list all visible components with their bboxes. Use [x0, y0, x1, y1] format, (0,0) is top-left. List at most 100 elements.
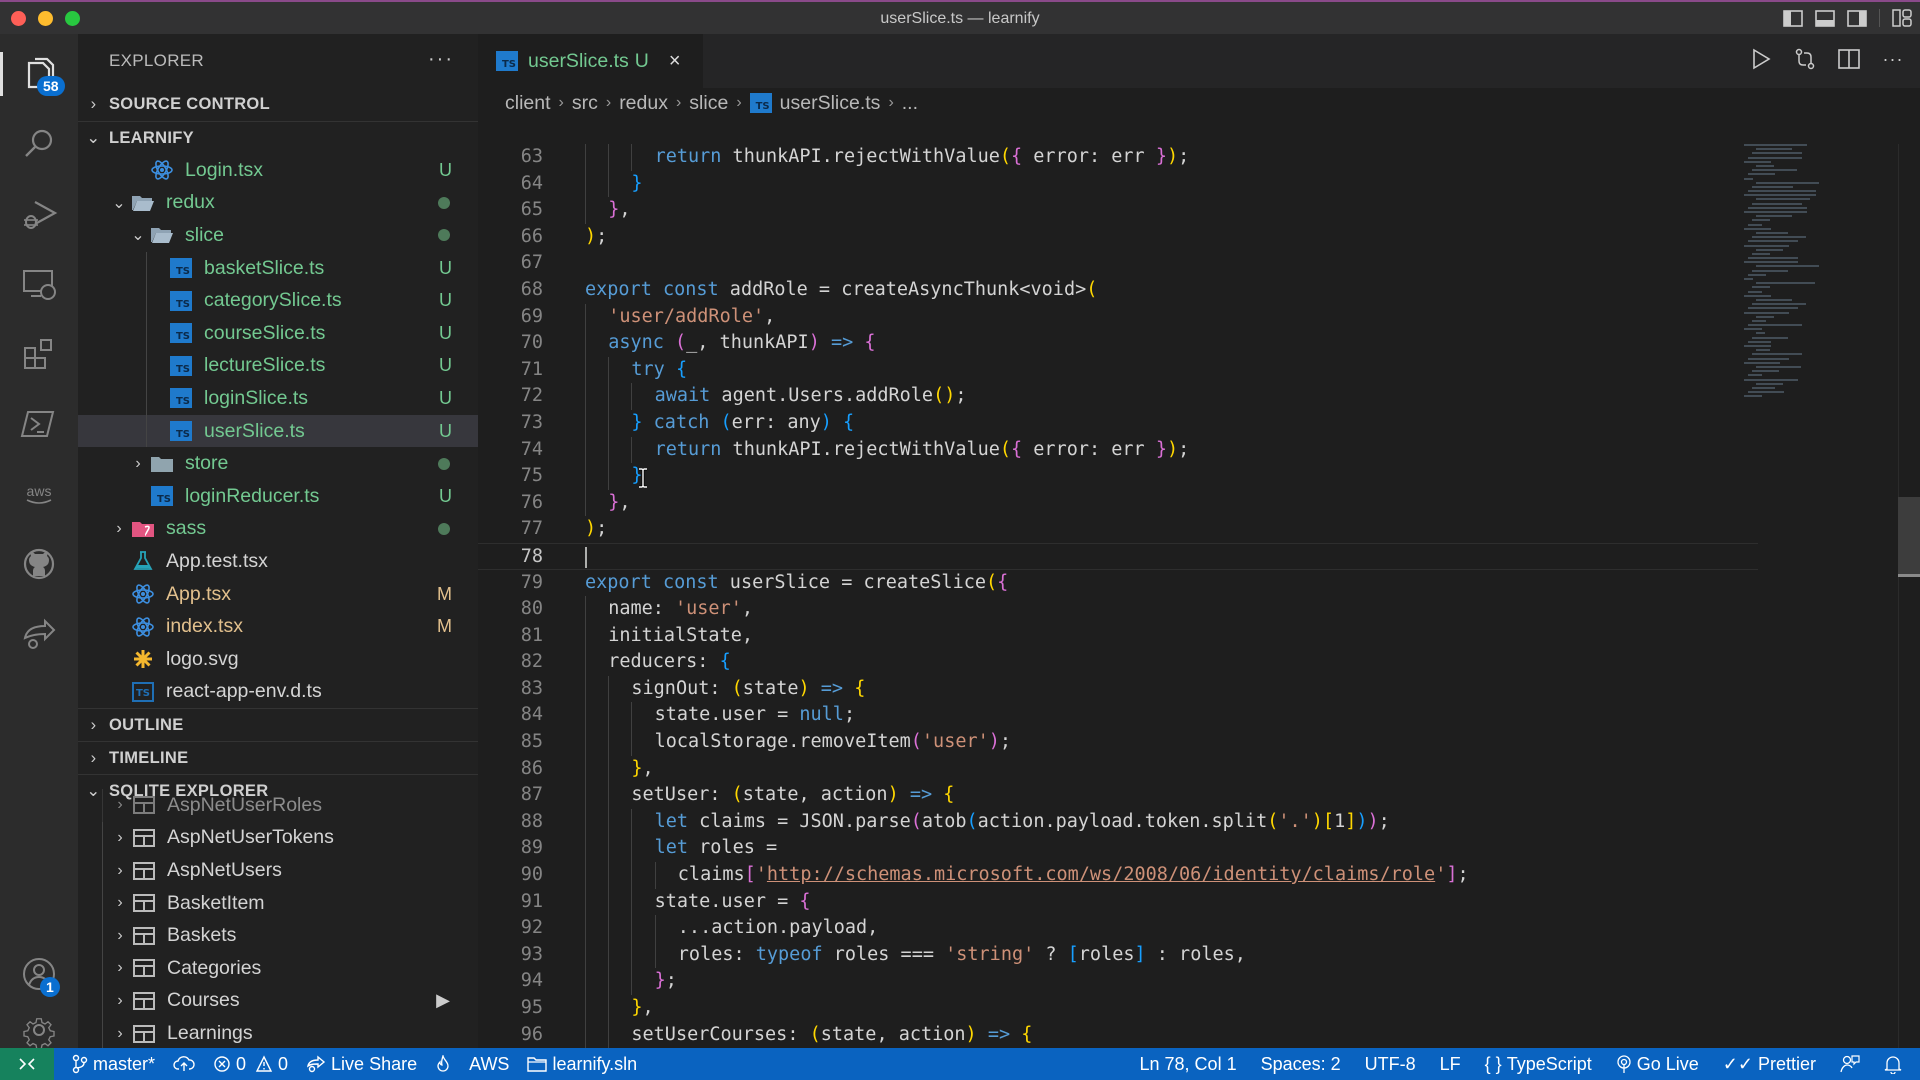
editor-more-button[interactable]: ··· — [1882, 48, 1904, 70]
run-button[interactable] — [1750, 48, 1772, 70]
tree-folder[interactable]: ⌄ redux — [78, 187, 478, 220]
cursor-position[interactable]: Ln 78, Col 1 — [1140, 1054, 1237, 1075]
activity-search[interactable] — [0, 114, 78, 174]
notifications-button[interactable] — [1884, 1054, 1902, 1074]
open-changes-button[interactable] — [1794, 48, 1816, 70]
tree-file[interactable]: App.test.tsx — [78, 545, 478, 578]
activity-run-debug[interactable] — [0, 184, 78, 244]
feedback-button[interactable] — [1840, 1054, 1860, 1074]
branch-status[interactable]: master* — [72, 1054, 155, 1075]
chevron-down-icon[interactable]: ⌄ — [127, 225, 149, 245]
aws-status[interactable]: AWS — [469, 1054, 509, 1075]
breadcrumb-item[interactable]: client — [505, 92, 551, 115]
tree-file[interactable]: TS react-app-env.d.ts — [78, 676, 478, 709]
sqlite-table-item[interactable]: › Baskets — [78, 919, 478, 953]
customize-layout-button[interactable] — [1892, 9, 1912, 27]
toggle-primary-sidebar-button[interactable] — [1783, 9, 1803, 27]
code-token[interactable]: http://schemas.microsoft.com/ws/2008/06/… — [767, 864, 1435, 885]
tree-file[interactable]: logo.svg — [78, 643, 478, 676]
code-token: try — [631, 358, 665, 380]
live-share-button[interactable]: Live Share — [306, 1054, 417, 1075]
tree-file[interactable]: TS lectureSlice.ts U — [78, 349, 478, 383]
tree-file[interactable]: TS courseSlice.ts U — [78, 316, 478, 350]
more-actions-button[interactable]: ··· — [428, 48, 454, 71]
scrollbar-thumb[interactable] — [1898, 497, 1920, 577]
firebase-button[interactable] — [435, 1055, 451, 1073]
sqlite-table-item[interactable]: › BasketItem — [78, 886, 478, 920]
run-query-icon[interactable]: ▶ — [436, 990, 450, 1011]
minimap-line — [1756, 198, 1810, 201]
tree-file[interactable]: App.tsx M — [78, 578, 478, 611]
sync-button[interactable] — [173, 1055, 195, 1073]
split-editor-button[interactable] — [1838, 48, 1860, 70]
solution-status[interactable]: learnify.sln — [527, 1054, 637, 1075]
tree-file[interactable]: TS userSlice.ts U — [78, 414, 478, 448]
language-mode[interactable]: { } TypeScript — [1485, 1054, 1592, 1075]
tree-file[interactable]: Login.tsx U — [78, 154, 478, 187]
chevron-right-icon[interactable]: › — [108, 520, 130, 538]
chevron-right-icon[interactable]: › — [127, 455, 149, 473]
close-tab-button[interactable]: × — [669, 50, 681, 73]
breadcrumb-item[interactable]: slice — [689, 92, 728, 115]
breadcrumb-item[interactable]: redux — [619, 92, 668, 115]
vertical-scrollbar[interactable] — [1898, 144, 1920, 1048]
activity-powershell[interactable] — [0, 394, 78, 454]
breadcrumb-item[interactable]: ... — [902, 92, 918, 115]
activity-live-share[interactable] — [0, 604, 78, 664]
section-source-control[interactable]: › SOURCE CONTROL — [78, 88, 478, 121]
code-token: } — [608, 199, 620, 221]
chevron-right-icon[interactable]: › — [109, 894, 131, 912]
section-timeline[interactable]: › TIMELINE — [78, 741, 478, 774]
code-token: ; — [955, 385, 967, 407]
minimap-line — [1752, 169, 1797, 172]
tree-file[interactable]: TS loginSlice.ts U — [78, 382, 478, 415]
remote-indicator[interactable] — [0, 1048, 54, 1080]
breadcrumb-item[interactable]: userSlice.ts — [780, 92, 881, 115]
code-editor[interactable]: 63 return thunkAPI.rejectWithValue({ erro… — [478, 144, 1758, 1048]
tree-folder[interactable]: ⌄ slice — [78, 219, 478, 252]
chevron-down-icon[interactable]: ⌄ — [108, 193, 130, 213]
end-of-line[interactable]: LF — [1440, 1054, 1461, 1075]
breadcrumb-item[interactable]: src — [572, 92, 598, 115]
sqlite-table-item[interactable]: › AspNetUserTokens — [78, 821, 478, 855]
activity-aws[interactable]: aws — [0, 464, 78, 524]
tree-file[interactable]: TS loginReducer.ts U — [78, 480, 478, 513]
sqlite-table-item[interactable]: › Categories — [78, 952, 478, 985]
section-learnify[interactable]: ⌄ LEARNIFY — [78, 121, 478, 154]
chevron-right-icon[interactable]: › — [109, 927, 131, 945]
activity-accounts[interactable]: 1 — [0, 944, 78, 1004]
tree-folder[interactable]: › sass — [78, 513, 478, 546]
section-outline[interactable]: › OUTLINE — [78, 708, 478, 741]
chevron-right-icon[interactable]: › — [109, 862, 131, 880]
tree-file[interactable]: TS basketSlice.ts U — [78, 251, 478, 285]
activity-explorer[interactable]: 58 — [0, 44, 78, 104]
toggle-panel-button[interactable] — [1815, 9, 1835, 27]
sqlite-table-item[interactable]: › AspNetUsers — [78, 854, 478, 887]
tree-file[interactable]: index.tsx M — [78, 610, 478, 643]
tree-file[interactable]: TS categorySlice.ts U — [78, 284, 478, 317]
indent-guide — [585, 782, 586, 809]
aws-label: AWS — [469, 1053, 510, 1074]
chevron-right-icon[interactable]: › — [109, 959, 131, 977]
typescript-file-icon: TS — [170, 323, 192, 344]
activity-github[interactable] — [0, 534, 78, 594]
problems-status[interactable]: 0 0 — [213, 1054, 288, 1075]
chevron-right-icon[interactable]: › — [109, 796, 131, 814]
chevron-right-icon[interactable]: › — [109, 829, 131, 847]
sqlite-table-item[interactable]: › AspNetUserRoles — [78, 789, 478, 822]
tab-userslice[interactable]: TS userSlice.ts U × — [478, 34, 703, 88]
indentation[interactable]: Spaces: 2 — [1261, 1054, 1341, 1075]
prettier-status[interactable]: ✓✓ Prettier — [1723, 1054, 1816, 1075]
toggle-secondary-sidebar-button[interactable] — [1847, 9, 1867, 27]
encoding[interactable]: UTF-8 — [1365, 1054, 1416, 1075]
chevron-right-icon[interactable]: › — [109, 1025, 131, 1043]
sqlite-table-item[interactable]: › Learnings — [78, 1017, 478, 1048]
minimap[interactable] — [1744, 144, 1834, 544]
sqlite-table-item[interactable]: › Courses ▶ — [78, 984, 478, 1018]
tree-folder[interactable]: › store — [78, 447, 478, 480]
activity-extensions[interactable] — [0, 324, 78, 384]
chevron-right-icon[interactable]: › — [109, 992, 131, 1010]
activity-remote-explorer[interactable] — [0, 254, 78, 314]
go-live-label: Go Live — [1636, 1053, 1699, 1074]
go-live-button[interactable]: Go Live — [1616, 1054, 1699, 1075]
